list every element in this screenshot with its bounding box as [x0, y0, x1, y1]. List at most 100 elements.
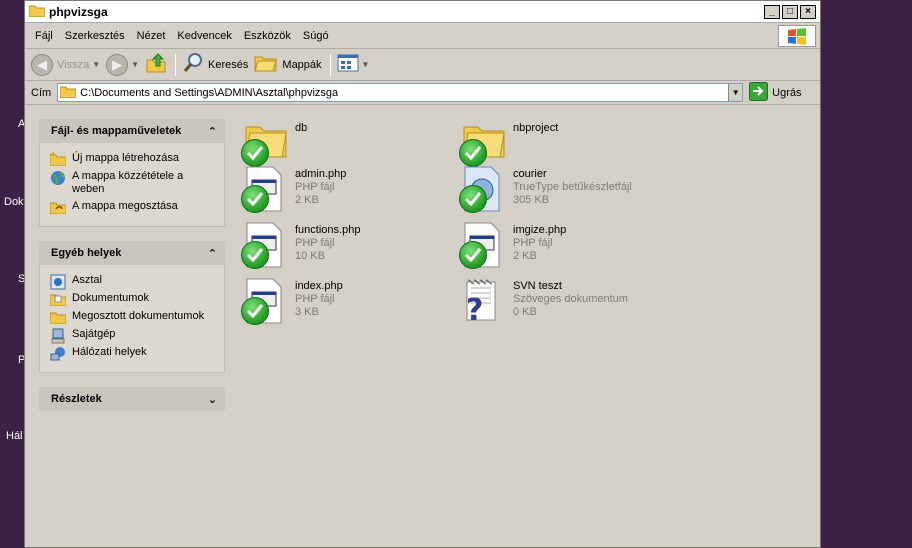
toolbar-separator [329, 53, 331, 76]
file-type: PHP fájl [295, 181, 335, 193]
file-item[interactable]: db [240, 119, 450, 171]
menu-favorites[interactable]: Kedvencek [171, 30, 237, 42]
folders-icon [254, 53, 278, 76]
expand-chevron-icon[interactable]: ⌄ [208, 393, 217, 406]
place-label: Megosztott dokumentumok [72, 310, 205, 322]
minimize-button[interactable]: _ [764, 4, 780, 19]
address-dropdown-button[interactable]: ▼ [728, 84, 743, 101]
folders-button[interactable]: Mappák [254, 53, 322, 76]
folder-icon [28, 4, 46, 20]
forward-arrow-icon: ▶ [106, 53, 129, 76]
place-network[interactable]: Hálózati helyek [50, 346, 218, 361]
menu-tools[interactable]: Eszközök [238, 30, 297, 42]
toolbar-separator [175, 53, 177, 76]
folders-label: Mappák [282, 58, 322, 71]
svn-ok-overlay-icon [241, 241, 269, 269]
panel-header[interactable]: Fájl- és mappaműveletek ⌃ [39, 119, 225, 143]
panel-header[interactable]: Részletek ⌄ [39, 387, 225, 411]
file-size: 2 KB [295, 194, 319, 206]
task-label: A mappa megosztása [72, 200, 178, 212]
panel-body: Asztal Dokumentumok Megosztott dokumentu… [39, 265, 225, 373]
file-item[interactable]: admin.php PHP fájl 2 KB [240, 165, 450, 217]
menu-view[interactable]: Nézet [131, 30, 172, 42]
place-desktop[interactable]: Asztal [50, 274, 218, 290]
file-item[interactable]: functions.php PHP fájl 10 KB [240, 221, 450, 273]
svn-ok-overlay-icon [459, 185, 487, 213]
maximize-button[interactable]: □ [782, 4, 798, 19]
file-name: functions.php [295, 224, 361, 236]
address-bar: Cím C:\Documents and Settings\ADMIN\Aszt… [25, 81, 820, 105]
go-arrow-icon [749, 81, 769, 104]
place-label: Sajátgép [72, 328, 116, 340]
shared-documents-folder-icon [49, 310, 67, 325]
menu-file[interactable]: Fájl [29, 30, 59, 42]
panel-body: Új mappa létrehozása A mappa közzététele… [39, 143, 225, 227]
file-item[interactable]: ? SVN teszt Szöveges dokumentum 0 KB [458, 277, 668, 329]
panel-header[interactable]: Egyéb helyek ⌃ [39, 241, 225, 265]
search-button[interactable]: Keresés [182, 52, 248, 77]
chevron-down-icon: ▼ [131, 60, 140, 69]
file-item[interactable]: index.php PHP fájl 3 KB [240, 277, 450, 329]
file-item[interactable]: nbproject [458, 119, 668, 171]
up-folder-icon [145, 52, 167, 77]
file-name: courier [513, 168, 547, 180]
file-size: 10 KB [295, 250, 325, 262]
file-item[interactable]: courier TrueType betűkészletfájl 305 KB [458, 165, 668, 217]
views-button[interactable]: ▼ [337, 54, 370, 75]
menu-help[interactable]: Súgó [297, 30, 335, 42]
file-name: db [295, 122, 308, 134]
folder-icon [59, 85, 77, 101]
file-type: PHP fájl [295, 237, 335, 249]
address-label: Cím [31, 86, 52, 99]
collapse-chevron-icon[interactable]: ⌃ [208, 125, 217, 138]
window-title: phpvizsga [49, 4, 108, 19]
back-button[interactable]: ◀ Vissza ▼ [31, 53, 100, 76]
file-size: 2 KB [513, 250, 537, 262]
task-label: Új mappa létrehozása [72, 152, 180, 164]
forward-button[interactable]: ▶ ▼ [106, 53, 140, 76]
desktop-label[interactable]: Dok [4, 196, 24, 208]
place-documents[interactable]: Dokumentumok [49, 292, 218, 307]
desktop-label[interactable]: Hál [6, 430, 23, 442]
file-name: index.php [295, 280, 343, 292]
place-shared-documents[interactable]: Megosztott dokumentumok [49, 310, 218, 325]
php-file-icon [240, 277, 288, 325]
go-button[interactable]: Ugrás [749, 81, 802, 104]
details-panel: Részletek ⌄ [39, 387, 225, 411]
place-label: Hálózati helyek [72, 346, 147, 358]
svn-ok-overlay-icon [459, 139, 487, 167]
svn-ok-overlay-icon [241, 297, 269, 325]
php-file-icon [458, 221, 506, 269]
address-input[interactable]: C:\Documents and Settings\ADMIN\Asztal\p… [57, 83, 744, 102]
new-folder-icon [49, 151, 67, 167]
file-type: PHP fájl [295, 293, 335, 305]
menu-edit[interactable]: Szerkesztés [59, 30, 131, 42]
svn-ok-overlay-icon [241, 185, 269, 213]
desktop-icon [50, 274, 66, 290]
file-size: 305 KB [513, 194, 550, 206]
file-item[interactable]: imgize.php PHP fájl 2 KB [458, 221, 668, 273]
windows-logo-icon [778, 25, 816, 47]
place-label: Asztal [72, 274, 102, 286]
file-type: Szöveges dokumentum [513, 293, 628, 305]
title-bar[interactable]: phpvizsga _ □ × [25, 1, 820, 23]
file-folder-tasks-panel: Fájl- és mappaműveletek ⌃ Új mappa létre… [39, 119, 225, 227]
file-name: nbproject [513, 122, 559, 134]
address-path: C:\Documents and Settings\ADMIN\Asztal\p… [80, 86, 339, 99]
documents-folder-icon [49, 292, 67, 307]
chevron-down-icon: ▼ [361, 60, 370, 69]
shared-folder-icon [49, 200, 67, 215]
place-my-computer[interactable]: Sajátgép [50, 328, 218, 344]
task-publish-web[interactable]: A mappa közzététele a weben [50, 170, 218, 196]
file-name: SVN teszt [513, 280, 562, 292]
panel-title: Részletek [51, 393, 102, 405]
svn-ok-overlay-icon [459, 241, 487, 269]
collapse-chevron-icon[interactable]: ⌃ [208, 247, 217, 260]
network-icon [50, 346, 66, 361]
task-share-folder[interactable]: A mappa megosztása [49, 200, 218, 215]
views-icon [337, 54, 359, 75]
close-button[interactable]: × [800, 4, 816, 19]
up-folder-button[interactable] [145, 52, 167, 77]
task-new-folder[interactable]: Új mappa létrehozása [49, 151, 218, 167]
place-label: Dokumentumok [72, 292, 150, 304]
